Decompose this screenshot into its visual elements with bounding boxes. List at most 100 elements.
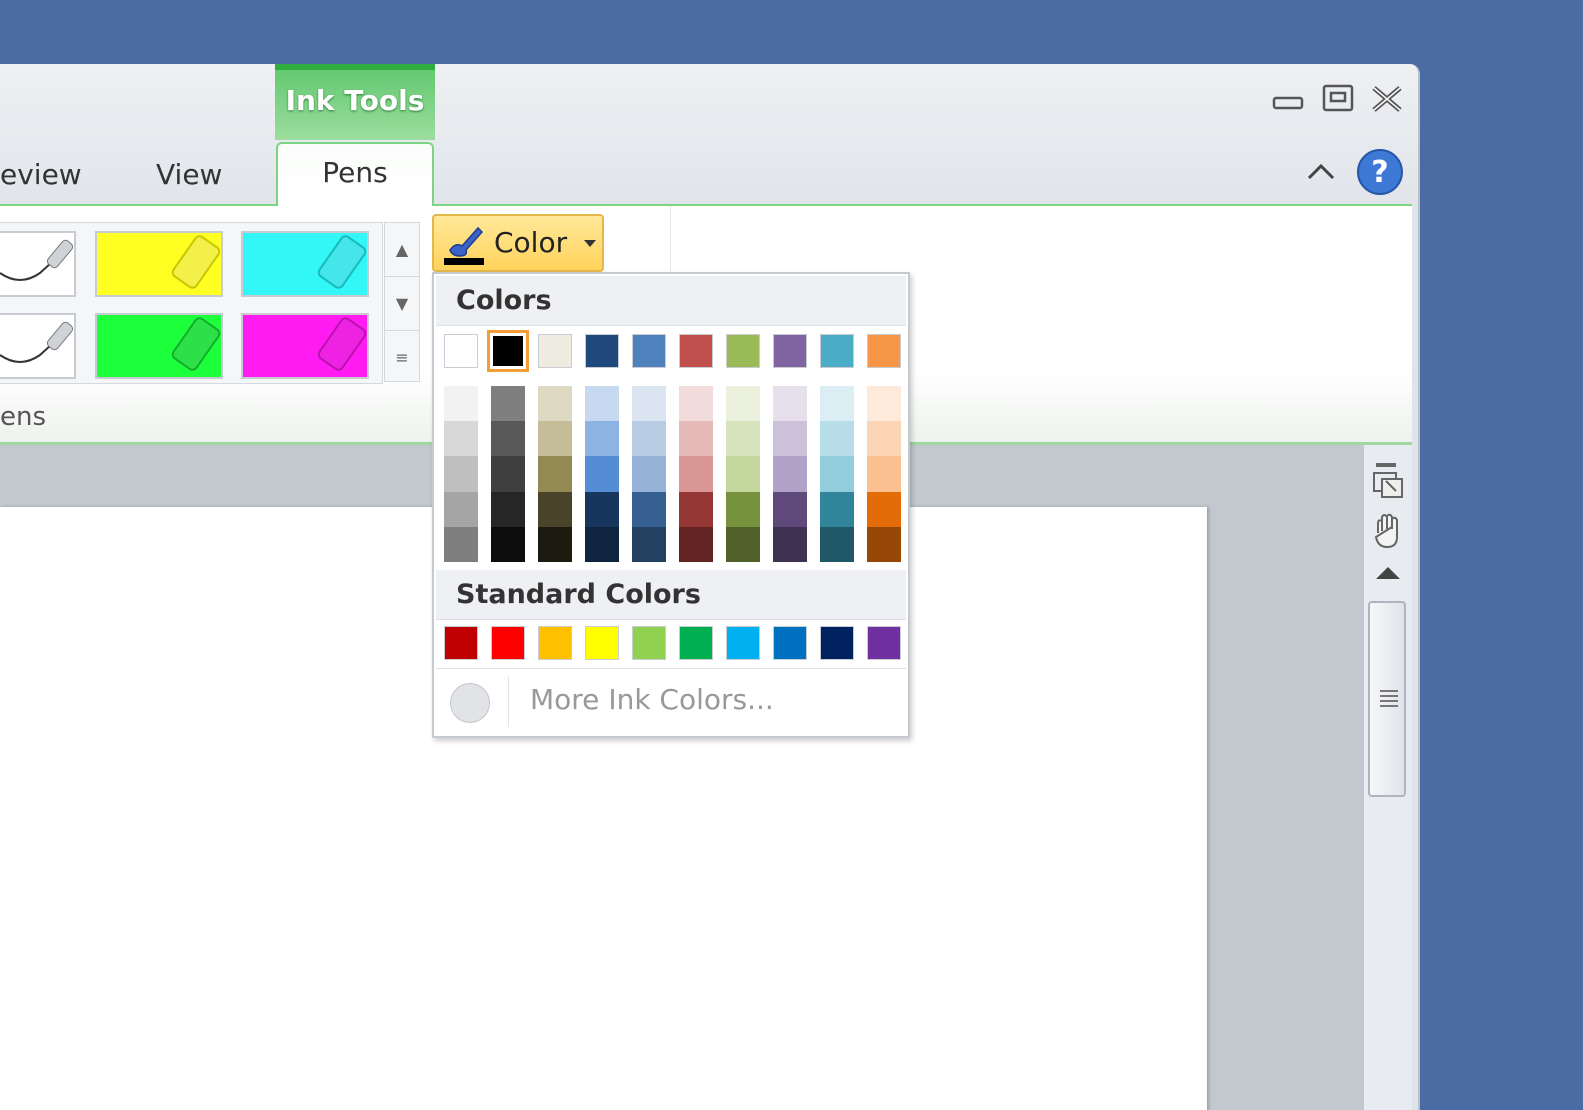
shade-swatch[interactable] <box>679 421 713 457</box>
shade-swatch[interactable] <box>679 526 713 562</box>
shade-swatch[interactable] <box>632 456 666 492</box>
shade-swatch[interactable] <box>538 491 572 527</box>
more-ink-colors-item[interactable]: More Ink Colors... <box>436 668 906 735</box>
shade-swatch[interactable] <box>585 491 619 527</box>
highlighter-yellow[interactable] <box>95 231 223 297</box>
gallery-scroll-up-icon[interactable]: ▲ <box>385 223 419 277</box>
shade-swatch[interactable] <box>585 386 619 422</box>
shade-swatch[interactable] <box>679 386 713 422</box>
shade-swatch[interactable] <box>867 526 901 562</box>
standard-color-swatch[interactable] <box>820 626 854 660</box>
shade-swatch[interactable] <box>585 526 619 562</box>
gallery-scroll-down-icon[interactable]: ▼ <box>385 277 419 331</box>
select-objects-icon[interactable] <box>1372 467 1404 508</box>
shade-swatch[interactable] <box>538 421 572 457</box>
pen-black-1[interactable] <box>0 231 76 297</box>
shade-swatch[interactable] <box>491 386 525 422</box>
standard-color-swatch[interactable] <box>867 626 901 660</box>
shade-swatch[interactable] <box>632 491 666 527</box>
shade-swatch[interactable] <box>820 456 854 492</box>
standard-color-swatch[interactable] <box>538 626 572 660</box>
shade-swatch[interactable] <box>444 456 478 492</box>
theme-color-swatch[interactable] <box>487 330 529 372</box>
vertical-scrollbar <box>1364 445 1412 1110</box>
shade-swatch[interactable] <box>538 386 572 422</box>
shade-swatch[interactable] <box>773 491 807 527</box>
shade-swatch[interactable] <box>820 526 854 562</box>
shade-swatch[interactable] <box>726 491 760 527</box>
title-bar: Ink Tools eview View Pens ? <box>0 64 1418 206</box>
shade-swatch[interactable] <box>491 456 525 492</box>
shade-swatch[interactable] <box>726 421 760 457</box>
shade-swatch[interactable] <box>726 386 760 422</box>
shade-swatch[interactable] <box>773 386 807 422</box>
standard-color-swatch[interactable] <box>679 626 713 660</box>
theme-color-swatch[interactable] <box>632 334 666 368</box>
chevron-up-icon[interactable] <box>1306 158 1336 188</box>
tab-review[interactable]: eview <box>0 146 120 204</box>
shade-column <box>538 386 572 562</box>
tab-pens[interactable]: Pens <box>276 142 434 206</box>
highlighter-magenta[interactable] <box>241 313 369 379</box>
theme-color-swatch[interactable] <box>679 334 713 368</box>
shade-swatch[interactable] <box>773 456 807 492</box>
theme-color-swatch[interactable] <box>585 334 619 368</box>
shade-swatch[interactable] <box>820 386 854 422</box>
theme-color-swatch[interactable] <box>820 334 854 368</box>
shade-swatch[interactable] <box>444 491 478 527</box>
scroll-thumb[interactable] <box>1368 601 1406 797</box>
help-icon[interactable]: ? <box>1356 148 1404 200</box>
shade-swatch[interactable] <box>491 491 525 527</box>
shade-swatch[interactable] <box>632 526 666 562</box>
scroll-up-icon[interactable] <box>1376 567 1400 579</box>
shade-swatch[interactable] <box>867 456 901 492</box>
tab-view[interactable]: View <box>156 146 246 204</box>
shade-swatch[interactable] <box>538 526 572 562</box>
shade-swatch[interactable] <box>820 421 854 457</box>
close-icon[interactable] <box>1370 84 1404 122</box>
color-button[interactable]: Color <box>432 214 604 272</box>
shade-swatch[interactable] <box>444 421 478 457</box>
shade-swatch[interactable] <box>491 421 525 457</box>
hand-pan-icon[interactable] <box>1372 513 1404 556</box>
standard-color-swatch[interactable] <box>491 626 525 660</box>
theme-color-swatch[interactable] <box>867 334 901 368</box>
standard-color-swatch[interactable] <box>632 626 666 660</box>
shade-swatch[interactable] <box>538 456 572 492</box>
restore-icon[interactable] <box>1322 84 1354 122</box>
standard-color-swatch[interactable] <box>585 626 619 660</box>
shade-swatch[interactable] <box>820 491 854 527</box>
shade-swatch[interactable] <box>726 456 760 492</box>
shade-swatch[interactable] <box>491 526 525 562</box>
shade-swatch[interactable] <box>679 491 713 527</box>
theme-color-swatch[interactable] <box>726 334 760 368</box>
shade-swatch[interactable] <box>726 526 760 562</box>
shade-swatch[interactable] <box>444 386 478 422</box>
minimize-icon[interactable] <box>1272 84 1304 122</box>
highlighter-green[interactable] <box>95 313 223 379</box>
standard-color-swatch[interactable] <box>773 626 807 660</box>
shade-swatch[interactable] <box>585 421 619 457</box>
shade-swatch[interactable] <box>679 456 713 492</box>
shade-swatch[interactable] <box>773 421 807 457</box>
standard-color-swatch[interactable] <box>444 626 478 660</box>
shade-swatch[interactable] <box>632 386 666 422</box>
shade-swatch[interactable] <box>773 526 807 562</box>
shade-swatch[interactable] <box>444 526 478 562</box>
shade-swatch[interactable] <box>585 456 619 492</box>
highlighter-cyan[interactable] <box>241 231 369 297</box>
shade-swatch[interactable] <box>867 386 901 422</box>
gallery-more-icon[interactable]: ≡ <box>385 331 419 384</box>
color-dropdown-menu: Colors Standard Colors More Ink Colors..… <box>432 272 910 738</box>
shade-swatch[interactable] <box>632 421 666 457</box>
grip-icon <box>1380 690 1398 707</box>
color-button-label: Color <box>494 226 568 259</box>
theme-color-swatch[interactable] <box>444 334 478 368</box>
standard-color-swatch[interactable] <box>726 626 760 660</box>
shade-swatch[interactable] <box>867 491 901 527</box>
theme-color-swatch[interactable] <box>773 334 807 368</box>
shade-swatch[interactable] <box>867 421 901 457</box>
theme-color-swatch[interactable] <box>538 334 572 368</box>
paintbrush-icon <box>444 226 484 265</box>
pen-black-2[interactable] <box>0 313 76 379</box>
